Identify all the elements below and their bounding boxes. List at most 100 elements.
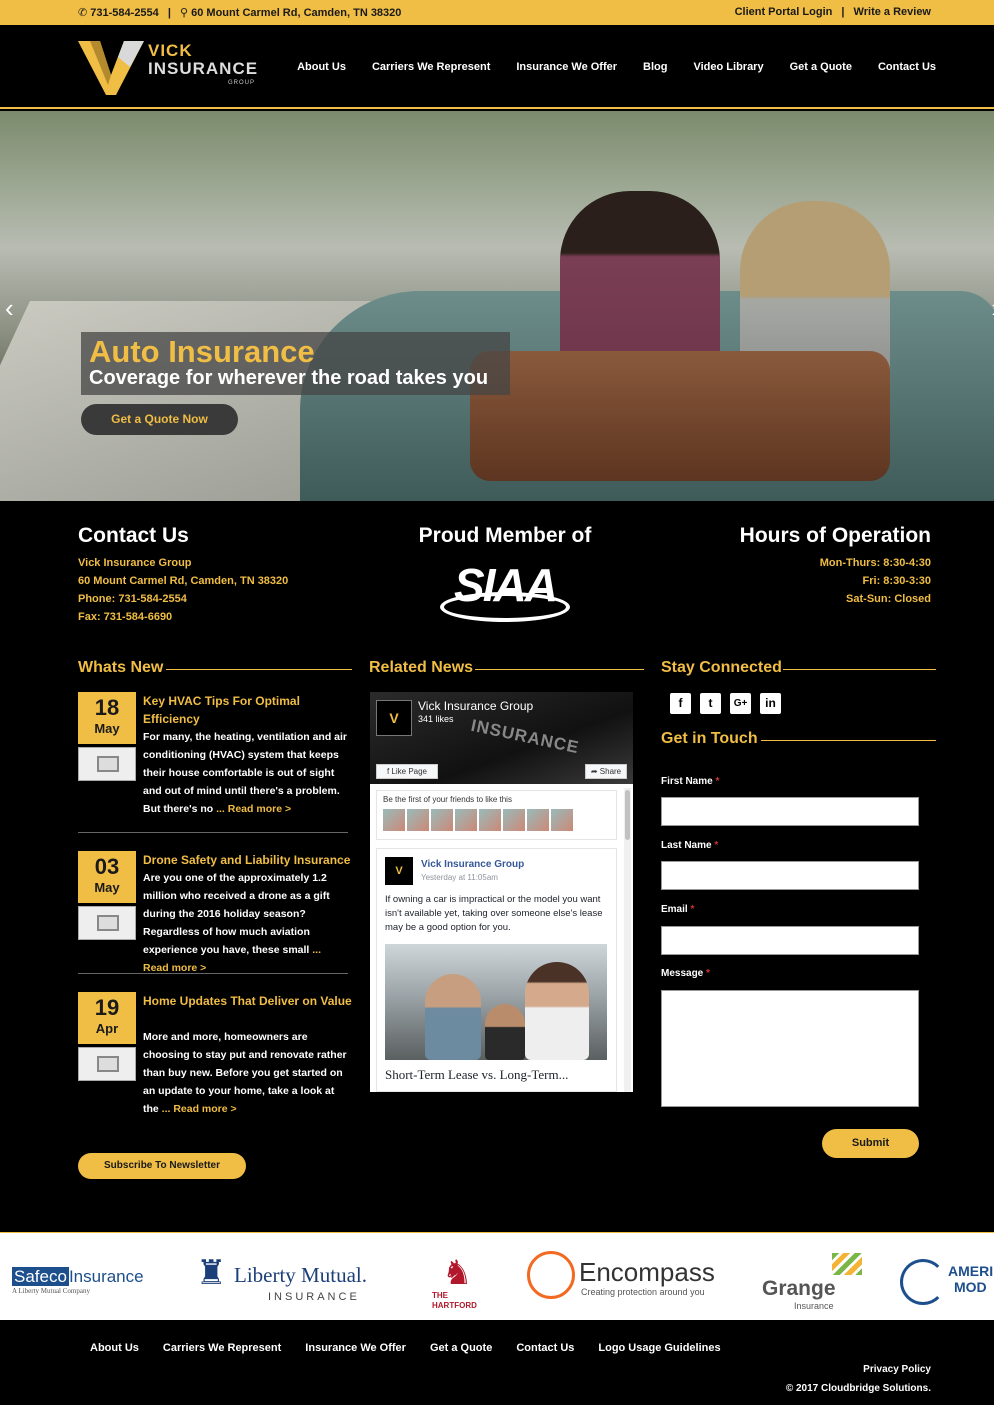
required-mark: *: [714, 840, 719, 851]
footer-carriers[interactable]: Carriers We Represent: [163, 1342, 281, 1354]
avatar[interactable]: [407, 809, 429, 831]
american-modern-logo[interactable]: AMERI MOD: [900, 1251, 994, 1313]
main-nav: About Us Carriers We Represent Insurance…: [297, 61, 936, 73]
news-post: 19 Apr Home Updates That Deliver on Valu…: [78, 992, 352, 1122]
social-links: f t G+ in: [670, 693, 781, 714]
post-photo[interactable]: [385, 944, 607, 1060]
contact-phone[interactable]: Phone: 731-584-2554: [78, 590, 288, 608]
safeco-logo[interactable]: Safeco Insurance A Liberty Mutual Company: [12, 1267, 144, 1295]
related-news-title: Related News: [369, 659, 474, 676]
divider: |: [841, 6, 845, 18]
facebook-post: V Vick Insurance Group Yesterday at 11:0…: [376, 848, 617, 1092]
top-links: Client Portal Login | Write a Review: [735, 6, 931, 18]
post-title[interactable]: Key HVAC Tips For Optimal Efficiency: [143, 692, 353, 728]
nav-about[interactable]: About Us: [297, 61, 346, 73]
hartford-logo[interactable]: ♞ THE HARTFORD: [430, 1253, 490, 1313]
footer-logo-guidelines[interactable]: Logo Usage Guidelines: [598, 1342, 720, 1354]
amer-main: AMERI: [948, 1263, 994, 1279]
google-plus-icon[interactable]: G+: [730, 693, 751, 714]
post-avatar[interactable]: V: [385, 857, 413, 885]
linkedin-icon[interactable]: in: [760, 693, 781, 714]
nav-carriers[interactable]: Carriers We Represent: [372, 61, 490, 73]
nav-contact[interactable]: Contact Us: [878, 61, 936, 73]
write-review-link[interactable]: Write a Review: [854, 6, 931, 18]
nav-blog[interactable]: Blog: [643, 61, 667, 73]
siaa-logo[interactable]: SIAA: [440, 558, 570, 624]
message-field[interactable]: [661, 990, 919, 1107]
footer-quote[interactable]: Get a Quote: [430, 1342, 492, 1354]
twitter-icon[interactable]: t: [700, 693, 721, 714]
avatar[interactable]: [431, 809, 453, 831]
news-post: 18 May Key HVAC Tips For Optimal Efficie…: [78, 692, 348, 820]
chevron-left-icon[interactable]: ‹: [5, 293, 14, 324]
safeco-sub: Insurance: [68, 1267, 144, 1286]
copyright: © 2017 Cloudbridge Solutions.: [785, 1383, 931, 1394]
hours-heading: Hours of Operation: [739, 524, 931, 547]
top-phone[interactable]: 731-584-2554: [90, 7, 159, 19]
read-more-link[interactable]: ... Read more >: [216, 803, 291, 815]
email-text: Email: [661, 904, 688, 915]
privacy-policy-link[interactable]: Privacy Policy: [863, 1364, 931, 1375]
share-button[interactable]: ➦ Share: [585, 764, 627, 779]
client-portal-link[interactable]: Client Portal Login: [735, 6, 833, 18]
post-title[interactable]: Home Updates That Deliver on Value: [143, 992, 353, 1010]
related-news-heading: Related News: [369, 659, 644, 677]
avatar[interactable]: [479, 809, 501, 831]
encompass-logo[interactable]: Encompass Creating protection around you: [527, 1251, 737, 1311]
required-mark: *: [715, 776, 720, 787]
logo-line-1: VICK: [148, 41, 193, 60]
submit-button[interactable]: Submit: [822, 1129, 919, 1158]
email-label: Email *: [661, 904, 694, 915]
email-field[interactable]: [661, 926, 919, 955]
share-icon: ➦: [590, 767, 600, 776]
top-contact: ✆ 731-584-2554 | ⚲ 60 Mount Carmel Rd, C…: [78, 6, 401, 19]
post-title[interactable]: Drone Safety and Liability Insurance: [143, 851, 353, 869]
message-text: Message: [661, 968, 704, 979]
phone-icon: ✆: [78, 7, 88, 19]
avatar[interactable]: [503, 809, 525, 831]
grange-logo[interactable]: Grange Insurance: [760, 1253, 870, 1313]
last-name-field[interactable]: [661, 861, 919, 890]
contact-heading: Contact Us: [78, 524, 189, 547]
avatar[interactable]: [527, 809, 549, 831]
avatar[interactable]: [551, 809, 573, 831]
site-logo[interactable]: VICK INSURANCE GROUP: [78, 37, 268, 97]
hours-fri: Fri: 8:30-3:30: [862, 575, 931, 587]
read-more-link[interactable]: ... Read more >: [162, 1103, 237, 1115]
footer-insurance[interactable]: Insurance We Offer: [305, 1342, 406, 1354]
first-name-field[interactable]: [661, 797, 919, 826]
footer-about[interactable]: About Us: [90, 1342, 139, 1354]
facebook-widget: V Vick Insurance Group 341 likes INSURAN…: [370, 692, 633, 1092]
get-in-touch-heading: Get in Touch: [661, 730, 936, 748]
hartford-sub: HARTFORD: [432, 1301, 477, 1310]
post-message: If owning a car is impractical or the mo…: [385, 894, 603, 933]
facebook-icon[interactable]: f: [670, 693, 691, 714]
safeco-main: Safeco: [12, 1267, 69, 1286]
avatar[interactable]: [383, 809, 405, 831]
avatar[interactable]: [455, 809, 477, 831]
post-link-title[interactable]: Short-Term Lease vs. Long-Term...: [385, 1067, 607, 1083]
page-name[interactable]: Vick Insurance Group: [418, 699, 533, 713]
subscribe-button[interactable]: Subscribe To Newsletter: [78, 1153, 246, 1179]
nav-insurance[interactable]: Insurance We Offer: [516, 61, 617, 73]
get-quote-now-button[interactable]: Get a Quote Now: [81, 404, 238, 435]
nav-quote[interactable]: Get a Quote: [790, 61, 852, 73]
post-time[interactable]: Yesterday at 11:05am: [421, 873, 498, 882]
stay-connected-title: Stay Connected: [661, 659, 782, 676]
widget-scrollbar[interactable]: [624, 788, 631, 1092]
post-author[interactable]: Vick Insurance Group: [421, 859, 524, 870]
liberty-main: Liberty Mutual.: [234, 1263, 367, 1287]
heading-rule: [166, 669, 352, 670]
friend-avatars: [383, 809, 610, 831]
like-page-button[interactable]: f Like Page: [376, 764, 438, 779]
member-heading: Proud Member of: [418, 524, 592, 547]
post-day: 19: [94, 995, 120, 1020]
contact-block: Contact Us Vick Insurance Group 60 Mount…: [78, 524, 288, 626]
top-address: 60 Mount Carmel Rd, Camden, TN 38320: [191, 7, 402, 19]
footer-contact[interactable]: Contact Us: [516, 1342, 574, 1354]
contact-address: 60 Mount Carmel Rd, Camden, TN 38320: [78, 575, 289, 587]
facebook-cover[interactable]: V Vick Insurance Group 341 likes INSURAN…: [370, 692, 633, 784]
nav-video[interactable]: Video Library: [693, 61, 763, 73]
hero-caption: Auto Insurance Coverage for wherever the…: [81, 332, 510, 395]
stay-connected-heading: Stay Connected: [661, 659, 936, 677]
